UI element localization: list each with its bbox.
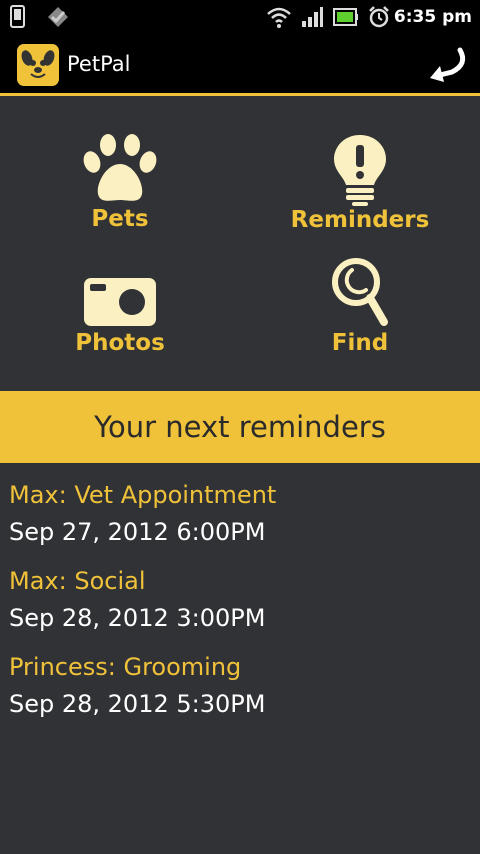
reminder-date: Sep 28, 2012 3:00PM — [9, 604, 266, 632]
reminder-item[interactable]: Max: Social Sep 28, 2012 3:00PM — [9, 564, 469, 650]
back-button[interactable] — [420, 44, 468, 88]
dog-face-icon — [21, 50, 55, 78]
pets-button[interactable]: Pets — [20, 134, 220, 232]
reminder-title: Max: Vet Appointment — [9, 481, 277, 509]
status-time: 6:35 pm — [393, 7, 472, 27]
reminder-date: Sep 27, 2012 6:00PM — [9, 518, 266, 546]
photos-label: Photos — [75, 330, 165, 356]
find-label: Find — [331, 330, 389, 356]
paw-icon — [83, 134, 157, 201]
reminder-title: Princess: Grooming — [9, 653, 242, 681]
reminder-date: Sep 28, 2012 5:30PM — [9, 690, 266, 718]
sync-check-icon — [48, 7, 68, 27]
reminder-item[interactable]: Max: Vet Appointment Sep 27, 2012 6:00PM — [9, 478, 469, 564]
reminder-title: Max: Social — [9, 567, 146, 595]
reminders-label: Reminders — [290, 207, 430, 233]
wifi-icon — [267, 7, 291, 28]
lightbulb-icon — [334, 135, 386, 206]
app-logo — [17, 44, 59, 86]
reminder-item[interactable]: Princess: Grooming Sep 28, 2012 5:30PM — [9, 650, 469, 736]
title-bar: PetPal — [0, 34, 480, 96]
reminders-list: Max: Vet Appointment Sep 27, 2012 6:00PM… — [9, 478, 469, 736]
reminders-button[interactable]: Reminders — [260, 133, 460, 233]
camera-icon — [84, 278, 156, 326]
back-arrow-icon — [430, 47, 466, 82]
search-icon — [332, 258, 388, 326]
battery-icon — [333, 8, 358, 26]
signal-icon — [302, 7, 323, 27]
reminders-header: Your next reminders — [0, 391, 480, 463]
reminders-header-text: Your next reminders — [94, 410, 386, 444]
pets-label: Pets — [91, 206, 149, 232]
alarm-icon — [369, 6, 389, 28]
dashboard-grid: Pets Reminders Photos Find — [0, 99, 480, 391]
status-bar: 6:35 pm — [0, 0, 480, 34]
app-title: PetPal — [67, 52, 131, 76]
find-button[interactable]: Find — [260, 254, 460, 356]
photos-button[interactable]: Photos — [20, 274, 220, 356]
phone-icon — [10, 5, 25, 28]
